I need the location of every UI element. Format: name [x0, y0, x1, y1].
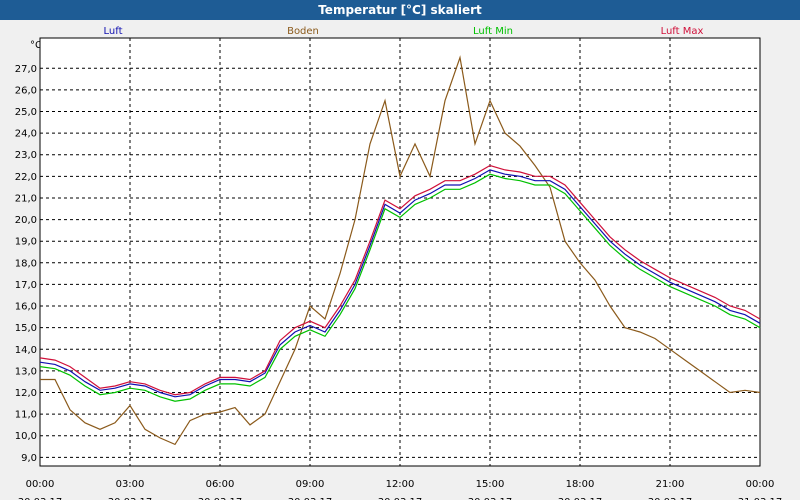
- plot-area: [40, 38, 760, 466]
- window-title: Temperatur [°C] skaliert: [0, 0, 800, 20]
- y-tick-label: 13,0: [15, 366, 37, 377]
- x-tick-time: 12:00: [386, 479, 415, 490]
- y-tick-label: 9,0: [21, 453, 37, 464]
- y-tick-label: 14,0: [15, 345, 37, 356]
- x-tick-time: 00:00: [746, 479, 775, 490]
- y-tick-label: 26,0: [15, 85, 37, 96]
- temperature-chart: Luft Boden Luft Min Luft Max °C 9,010,011,0…: [15, 26, 783, 500]
- legend-item-boden: Boden: [287, 26, 319, 37]
- legend-item-luft: Luft: [104, 26, 123, 37]
- y-tick-label: 18,0: [15, 258, 37, 269]
- legend: Luft Boden Luft Min Luft Max: [104, 26, 704, 37]
- y-tick-label: 20,0: [15, 215, 37, 226]
- y-tick-label: 11,0: [15, 410, 37, 421]
- legend-item-luft-min: Luft Min: [473, 26, 513, 37]
- y-tick-label: 19,0: [15, 237, 37, 248]
- y-tick-label: 27,0: [15, 64, 37, 75]
- legend-item-luft-max: Luft Max: [661, 26, 704, 37]
- x-tick-time: 00:00: [26, 479, 55, 490]
- x-tick-time: 18:00: [566, 479, 595, 490]
- y-tick-label: 10,0: [15, 431, 37, 442]
- y-tick-label: 21,0: [15, 193, 37, 204]
- y-tick-label: 12,0: [15, 388, 37, 399]
- y-tick-label: 24,0: [15, 129, 37, 140]
- x-tick-time: 15:00: [476, 479, 505, 490]
- x-tick-time: 06:00: [206, 479, 235, 490]
- y-tick-label: 22,0: [15, 172, 37, 183]
- y-tick-label: 23,0: [15, 150, 37, 161]
- x-tick-time: 03:00: [116, 479, 145, 490]
- y-tick-label: 16,0: [15, 302, 37, 313]
- y-tick-label: 15,0: [15, 323, 37, 334]
- x-tick-time: 21:00: [656, 479, 685, 490]
- y-tick-label: 25,0: [15, 107, 37, 118]
- y-tick-label: 17,0: [15, 280, 37, 291]
- x-tick-time: 09:00: [296, 479, 325, 490]
